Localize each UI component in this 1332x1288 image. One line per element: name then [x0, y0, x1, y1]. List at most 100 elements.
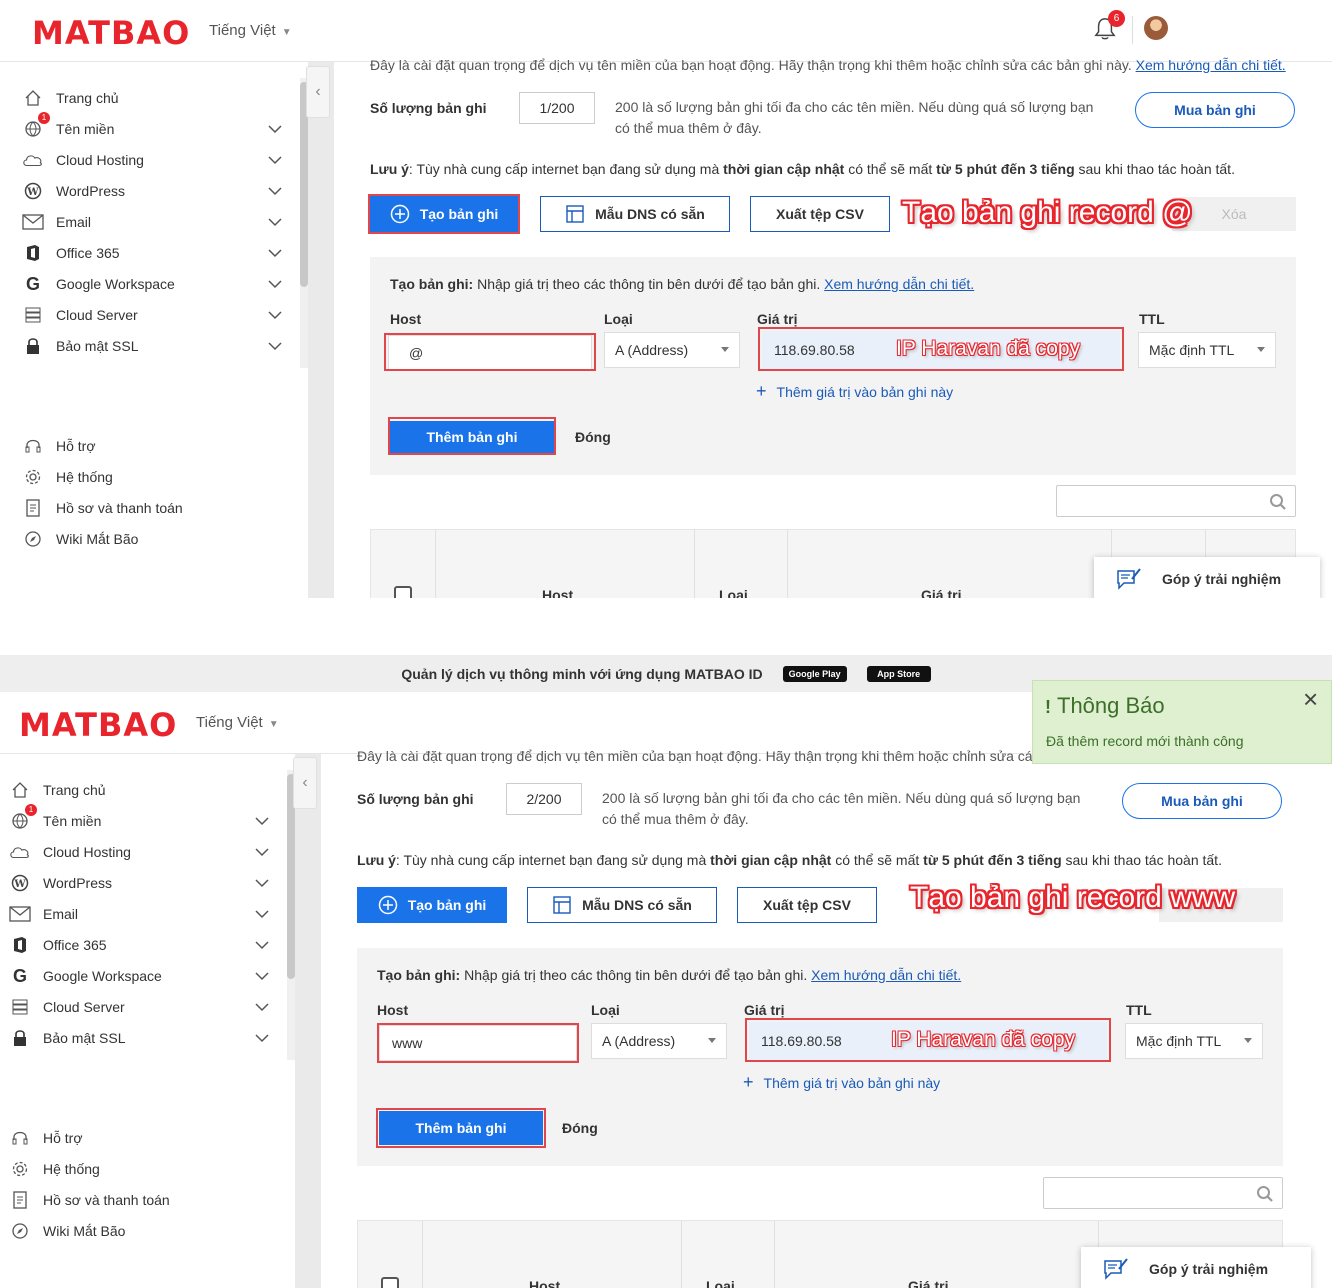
column-value[interactable]: Giá trị — [921, 587, 961, 598]
ttl-select[interactable]: Mặc định TTL — [1125, 1023, 1263, 1059]
column-host[interactable]: Host — [542, 587, 573, 598]
server-icon — [9, 996, 31, 1018]
chevron-down-icon[interactable] — [266, 275, 284, 293]
warning-message: Đây là cài đặt quan trọng để dịch vụ tên… — [370, 57, 1132, 73]
sidebar-item-label: Hệ thống — [56, 469, 113, 485]
close-form-button[interactable]: Đóng — [575, 429, 611, 445]
column-type[interactable]: Loại — [719, 587, 748, 598]
sidebar-item-label: Hệ thống — [43, 1161, 100, 1177]
add-value-link[interactable]: + Thêm giá trị vào bản ghi này — [743, 1072, 940, 1093]
chevron-down-icon[interactable] — [253, 998, 271, 1016]
sidebar-item-wordpress[interactable]: W WordPress — [9, 870, 269, 896]
google-play-badge[interactable]: Google Play — [782, 665, 847, 682]
form-guide-link[interactable]: Xem hướng dẫn chi tiết. — [824, 276, 974, 292]
sidebar-item-domains[interactable]: 1 Tên miền — [9, 804, 269, 834]
column-value[interactable]: Giá trị — [908, 1278, 948, 1288]
chevron-down-icon[interactable] — [253, 1029, 271, 1047]
chevron-down-icon[interactable] — [253, 967, 271, 985]
dns-template-button[interactable]: Mẫu DNS có sẵn — [527, 887, 717, 923]
sidebar-item-google-workspace[interactable]: G Google Workspace — [9, 963, 269, 989]
dns-template-button[interactable]: Mẫu DNS có sẵn — [540, 196, 730, 232]
sidebar-item-billing[interactable]: Hồ sơ và thanh toán — [22, 495, 183, 521]
sidebar-scrollbar[interactable] — [287, 770, 295, 1060]
chevron-down-icon[interactable] — [266, 244, 284, 262]
chevron-down-icon[interactable] — [253, 843, 271, 861]
chevron-down-icon[interactable] — [253, 936, 271, 954]
sidebar-item-email[interactable]: Email — [9, 901, 269, 927]
sidebar-item-label: Hỗ trợ — [43, 1130, 83, 1146]
column-type[interactable]: Loại — [706, 1278, 735, 1288]
buy-records-button[interactable]: Mua bản ghi — [1122, 783, 1282, 819]
toast-title-text: Thông Báo — [1057, 693, 1165, 718]
warning-text: Đây là cài đặt quan trọng để dịch vụ tên… — [357, 748, 1032, 764]
create-record-button[interactable]: Tạo bản ghi — [357, 887, 507, 923]
language-selector[interactable]: Tiếng Việt ▼ — [196, 714, 279, 731]
search-input[interactable] — [1043, 1177, 1283, 1209]
search-input[interactable] — [1056, 485, 1296, 517]
buy-records-button[interactable]: Mua bản ghi — [1135, 92, 1295, 128]
sidebar-item-system[interactable]: Hệ thống — [22, 464, 113, 490]
sidebar-scrollbar[interactable] — [300, 78, 308, 368]
sidebar-item-ssl[interactable]: Bảo mật SSL — [9, 1025, 269, 1051]
select-all-checkbox[interactable] — [381, 1277, 399, 1288]
search-icon[interactable] — [1269, 493, 1287, 511]
collapse-sidebar-button[interactable]: ‹ — [293, 757, 317, 809]
chevron-down-icon[interactable] — [253, 905, 271, 923]
sidebar-item-wiki[interactable]: Wiki Mắt Bão — [9, 1218, 125, 1244]
toast-title: ! Thông Báo — [1045, 693, 1165, 719]
chevron-down-icon[interactable] — [266, 213, 284, 231]
sidebar-item-support[interactable]: Hỗ trợ — [9, 1125, 83, 1151]
sidebar-item-home[interactable]: Trang chủ — [9, 777, 106, 803]
add-value-link[interactable]: + Thêm giá trị vào bản ghi này — [756, 381, 953, 402]
chevron-down-icon[interactable] — [266, 337, 284, 355]
feedback-button[interactable]: Góp ý trải nghiệm — [1094, 557, 1320, 598]
sidebar-item-cloud-hosting[interactable]: Cloud Hosting — [22, 147, 282, 173]
export-csv-button[interactable]: Xuất tệp CSV — [750, 196, 890, 232]
sidebar-item-home[interactable]: Trang chủ — [22, 85, 119, 111]
close-icon[interactable]: × — [1303, 686, 1318, 712]
matbao-logo[interactable]: MATBAO — [32, 14, 190, 52]
form-guide-link[interactable]: Xem hướng dẫn chi tiết. — [811, 967, 961, 983]
export-csv-button[interactable]: Xuất tệp CSV — [737, 887, 877, 923]
chevron-down-icon[interactable] — [253, 874, 271, 892]
search-icon[interactable] — [1256, 1185, 1274, 1203]
sidebar-item-wordpress[interactable]: W WordPress — [22, 178, 282, 204]
chevron-down-icon[interactable] — [253, 812, 271, 830]
sidebar-item-label: Hỗ trợ — [56, 438, 96, 454]
note-text: sau khi thao tác hoàn tất. — [1074, 161, 1235, 177]
language-selector[interactable]: Tiếng Việt ▼ — [209, 22, 292, 39]
avatar[interactable] — [1144, 16, 1168, 40]
close-form-button[interactable]: Đóng — [562, 1120, 598, 1136]
collapse-sidebar-button[interactable]: ‹ — [306, 66, 330, 118]
dns-template-label: Mẫu DNS có sẵn — [595, 206, 705, 222]
warning-message: Đây là cài đặt quan trọng để dịch vụ tên… — [357, 748, 1032, 764]
highlight-box — [377, 1023, 579, 1063]
sidebar-item-cloud-server[interactable]: Cloud Server — [9, 994, 269, 1020]
ttl-select[interactable]: Mặc định TTL — [1138, 332, 1276, 368]
sidebar-item-office-365[interactable]: Office 365 — [9, 932, 269, 958]
sidebar-item-system[interactable]: Hệ thống — [9, 1156, 100, 1182]
chevron-down-icon[interactable] — [266, 306, 284, 324]
sidebar-item-wiki[interactable]: Wiki Mắt Bão — [22, 526, 138, 552]
sidebar-item-ssl[interactable]: Bảo mật SSL — [22, 333, 282, 359]
sidebar-item-email[interactable]: Email — [22, 209, 282, 235]
sidebar-item-billing[interactable]: Hồ sơ và thanh toán — [9, 1187, 170, 1213]
sidebar-item-support[interactable]: Hỗ trợ — [22, 433, 96, 459]
select-all-checkbox[interactable] — [394, 586, 412, 598]
matbao-logo[interactable]: MATBAO — [19, 706, 177, 744]
sidebar-item-cloud-hosting[interactable]: Cloud Hosting — [9, 839, 269, 865]
warning-guide-link[interactable]: Xem hướng dẫn chi tiết. — [1136, 57, 1286, 73]
sidebar-item-domains[interactable]: 1 Tên miền — [22, 112, 282, 142]
type-select[interactable]: A (Address) — [591, 1023, 727, 1059]
wordpress-icon: W — [22, 180, 44, 202]
app-store-badge[interactable]: App Store — [866, 665, 931, 682]
chevron-down-icon[interactable] — [266, 120, 284, 138]
sidebar-item-office-365[interactable]: Office 365 — [22, 240, 282, 266]
sidebar-item-google-workspace[interactable]: G Google Workspace — [22, 271, 282, 297]
chevron-down-icon[interactable] — [266, 182, 284, 200]
feedback-button[interactable]: Góp ý trải nghiệm — [1081, 1247, 1311, 1288]
chevron-down-icon[interactable] — [266, 151, 284, 169]
type-select[interactable]: A (Address) — [604, 332, 740, 368]
sidebar-item-cloud-server[interactable]: Cloud Server — [22, 302, 282, 328]
column-host[interactable]: Host — [529, 1278, 560, 1288]
